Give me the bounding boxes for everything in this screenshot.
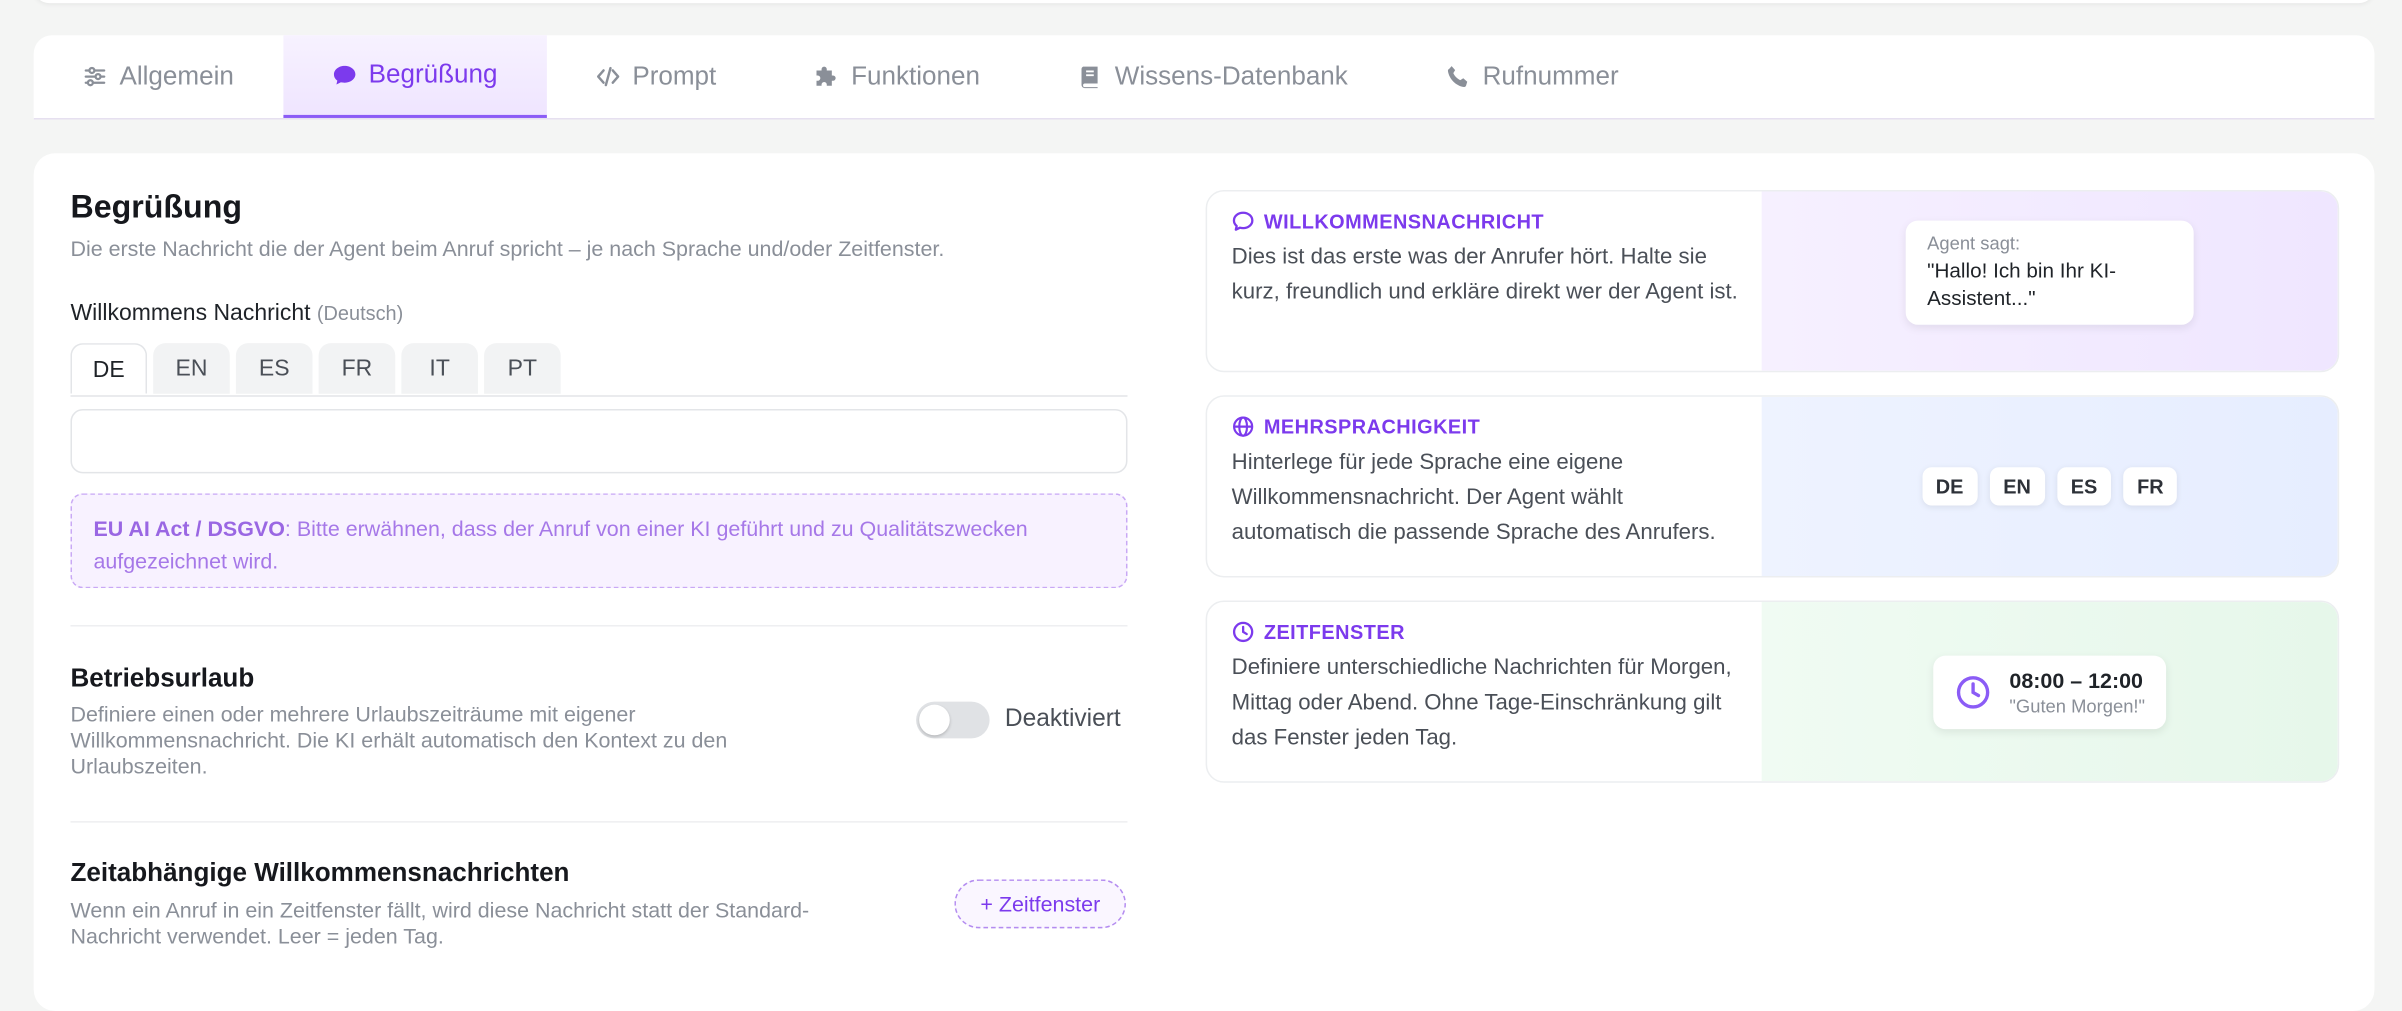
info-heading: MEHRSPRACHIGKEIT	[1232, 415, 1741, 438]
timewindow-illustration: 08:00 – 12:00 "Guten Morgen!"	[1761, 602, 2338, 782]
info-card-timewindow: ZEITFENSTER Definiere unterschiedliche N…	[1205, 600, 2340, 783]
lang-tab-en[interactable]: EN	[153, 343, 230, 394]
book-icon	[1081, 66, 1098, 89]
tab-begruessung[interactable]: Begrüßung	[282, 35, 547, 118]
tab-label: Allgemein	[119, 61, 234, 91]
section-divider	[70, 625, 1128, 627]
sliders-icon	[84, 66, 106, 87]
clock-icon	[1956, 675, 1989, 708]
welcome-message-input[interactable]	[70, 409, 1128, 474]
vacation-description: Definiere einen oder mehrere Urlaubszeit…	[70, 701, 728, 779]
tab-prompt[interactable]: Prompt	[547, 35, 766, 118]
time-messages-title: Zeitabhängige Willkommensnachrichten	[70, 857, 570, 887]
page-subtitle: Die erste Nachricht die der Agent beim A…	[70, 235, 945, 261]
language-chip: EN	[1989, 467, 2045, 506]
speaker-label: Agent sagt:	[1927, 232, 2021, 254]
tab-rufnummer[interactable]: Rufnummer	[1397, 35, 1668, 118]
chat-outline-icon	[1232, 211, 1254, 231]
time-window-example: 08:00 – 12:00 "Guten Morgen!"	[1932, 654, 2167, 729]
language-chip: ES	[2056, 467, 2112, 506]
tab-label: Rufnummer	[1482, 61, 1619, 91]
lang-tab-fr[interactable]: FR	[318, 343, 396, 394]
phone-icon	[1447, 66, 1467, 88]
info-body: Hinterlege für jede Sprache eine eigene …	[1231, 450, 1716, 546]
lang-tab-pt[interactable]: PT	[484, 343, 561, 394]
tab-label: Begrüßung	[368, 59, 498, 89]
tab-funktionen[interactable]: Funktionen	[765, 35, 1029, 118]
language-tabs: DE EN ES FR IT PT	[70, 343, 1128, 397]
puzzle-icon	[815, 66, 836, 86]
globe-icon	[1233, 416, 1254, 437]
lang-tab-es[interactable]: ES	[235, 343, 313, 394]
app-stage: Allgemein Begrüßung Prompt Funktionen Wi…	[0, 0, 2402, 1011]
tab-label: Prompt	[632, 61, 717, 91]
language-chip: DE	[1921, 467, 1978, 506]
welcome-message-label: Willkommens Nachricht (Deutsch)	[70, 300, 403, 326]
tab-label: Wissens-Datenbank	[1114, 61, 1348, 91]
clock-icon	[1232, 621, 1254, 643]
tab-allgemein[interactable]: Allgemein	[34, 35, 283, 118]
info-card-welcome: WILLKOMMENSNACHRICHT Dies ist das erste …	[1205, 189, 2340, 373]
welcome-label-text: Willkommens Nachricht	[70, 300, 311, 327]
info-body: Definiere unterschiedliche Nachrichten f…	[1231, 655, 1732, 751]
agent-speech-bubble: Agent sagt: "Hallo! Ich bin Ihr KI-Assis…	[1905, 219, 2194, 324]
time-example-message: "Guten Morgen!"	[2009, 694, 2146, 717]
settings-tabs: Allgemein Begrüßung Prompt Funktionen Wi…	[33, 35, 2375, 120]
time-messages-description: Wenn ein Anruf in ein Zeitfenster fällt,…	[70, 897, 810, 949]
toggle-label: Deaktiviert	[1004, 706, 1121, 733]
compliance-notice: EU AI Act / DSGVO: Bitte erwähnen, dass …	[70, 493, 1128, 589]
info-heading: WILLKOMMENSNACHRICHT	[1232, 210, 1741, 233]
add-time-window-button[interactable]: + Zeitfenster	[954, 879, 1127, 929]
info-heading-text: WILLKOMMENSNACHRICHT	[1263, 209, 1545, 233]
info-heading: ZEITFENSTER	[1232, 620, 1741, 643]
code-icon	[596, 66, 620, 87]
info-body: Dies ist das erste was der Anrufer hört.…	[1231, 245, 1738, 305]
language-chips: DE EN ES FR	[1921, 467, 2178, 506]
greeting-card: Begrüßung Die erste Nachricht die der Ag…	[33, 153, 2375, 1011]
toggle-knob	[919, 704, 950, 736]
toggle-switch[interactable]	[916, 701, 990, 739]
tab-label: Funktionen	[851, 61, 980, 91]
lang-tab-it[interactable]: IT	[401, 343, 478, 394]
info-heading-text: ZEITFENSTER	[1263, 620, 1405, 644]
welcome-illustration: Agent sagt: "Hallo! Ich bin Ihr KI-Assis…	[1761, 191, 2338, 371]
page-title: Begrüßung	[70, 189, 243, 226]
info-heading-text: MEHRSPRACHIGKEIT	[1263, 415, 1481, 439]
agent-quote: "Hallo! Ich bin Ihr KI-Assistent..."	[1927, 258, 2117, 309]
info-card-multilang: MEHRSPRACHIGKEIT Hinterlege für jede Spr…	[1205, 395, 2340, 578]
notice-bold: EU AI Act / DSGVO	[93, 516, 285, 541]
multilang-illustration: DE EN ES FR	[1761, 396, 2338, 576]
vacation-title: Betriebsurlaub	[70, 663, 255, 693]
welcome-language-hint: (Deutsch)	[316, 301, 404, 325]
section-divider	[70, 821, 1128, 823]
vacation-toggle[interactable]: Deaktiviert	[916, 701, 1121, 739]
language-chip: FR	[2123, 467, 2178, 506]
top-panel	[33, 0, 2375, 4]
tab-wissens-datenbank[interactable]: Wissens-Datenbank	[1029, 35, 1397, 118]
chat-bubble-icon	[333, 65, 355, 85]
time-range: 08:00 – 12:00	[2009, 667, 2143, 692]
lang-tab-de[interactable]: DE	[70, 343, 148, 394]
